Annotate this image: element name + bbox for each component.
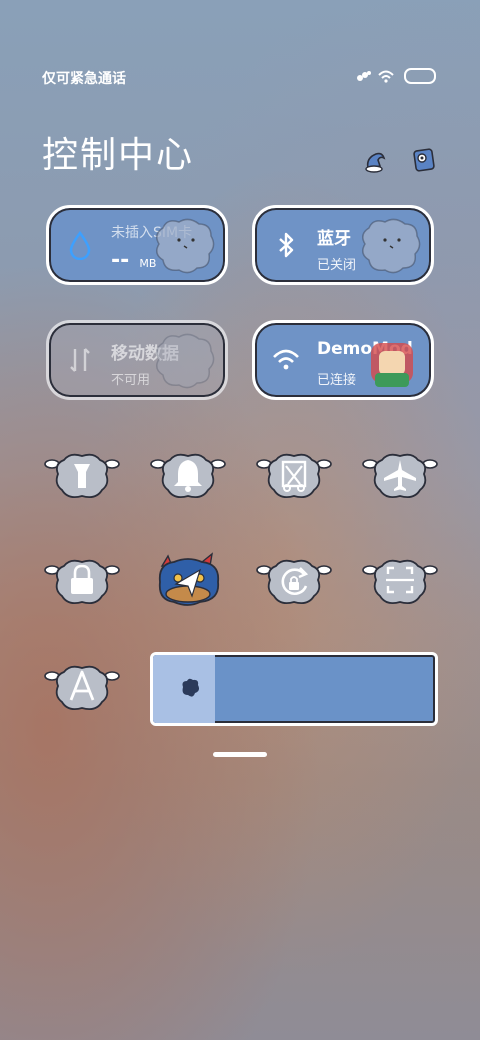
water-drop-icon xyxy=(69,230,91,260)
bell-icon xyxy=(150,453,226,499)
mobile-data-icon xyxy=(70,348,90,372)
flashlight-icon xyxy=(44,453,120,499)
brightness-slider[interactable] xyxy=(150,652,438,726)
auto-brightness-toggle[interactable] xyxy=(44,662,120,714)
status-bar: 仅可紧急通话 xyxy=(0,60,480,92)
wifi-status-icon xyxy=(378,70,394,83)
wifi-status: 已连接 xyxy=(317,373,357,388)
edit-shortcut-icon[interactable] xyxy=(362,146,390,174)
mobile-data-card[interactable]: 移动数据 不可用 xyxy=(46,320,228,400)
sheep-sticker-icon xyxy=(362,218,421,274)
character-sticker-icon xyxy=(371,343,413,387)
screenshot-icon xyxy=(256,453,332,499)
data-usage-card[interactable]: 未插入SIM卡 -- MB xyxy=(46,205,228,285)
bell-toggle[interactable] xyxy=(150,450,226,502)
mobile-data-status: 不可用 xyxy=(111,373,151,388)
lock-toggle[interactable] xyxy=(44,556,120,608)
carrier-text: 仅可紧急通话 xyxy=(42,71,126,87)
home-indicator[interactable] xyxy=(213,752,267,757)
bluetooth-icon xyxy=(279,232,294,258)
bluetooth-card[interactable]: 蓝牙 已关闭 xyxy=(252,205,434,285)
bluetooth-label: 蓝牙 xyxy=(317,229,351,249)
brightness-icon xyxy=(182,678,199,697)
airplane-toggle[interactable] xyxy=(362,450,438,502)
signal-icon xyxy=(357,71,371,81)
lock-icon xyxy=(44,559,120,605)
screenshot-toggle[interactable] xyxy=(256,450,332,502)
wifi-card[interactable]: DemoMod 已连接 xyxy=(252,320,434,400)
location-toggle[interactable] xyxy=(150,552,226,606)
bluetooth-status: 已关闭 xyxy=(317,258,357,273)
scan-toggle[interactable] xyxy=(362,556,438,608)
battery-icon xyxy=(404,68,436,84)
rotation-lock-toggle[interactable] xyxy=(256,556,332,608)
status-icons xyxy=(356,68,436,84)
settings-icon[interactable] xyxy=(410,146,438,174)
auto-brightness-icon xyxy=(44,665,120,711)
rotation-lock-icon xyxy=(256,559,332,605)
scan-icon xyxy=(362,559,438,605)
sheep-sticker-icon xyxy=(156,218,215,274)
data-usage-value: -- xyxy=(111,248,130,273)
location-icon xyxy=(158,552,220,606)
flashlight-toggle[interactable] xyxy=(44,450,120,502)
page-title: 控制中心 xyxy=(42,135,195,176)
airplane-icon xyxy=(362,453,438,499)
wifi-icon xyxy=(273,349,299,370)
sheep-sticker-icon xyxy=(156,333,215,389)
